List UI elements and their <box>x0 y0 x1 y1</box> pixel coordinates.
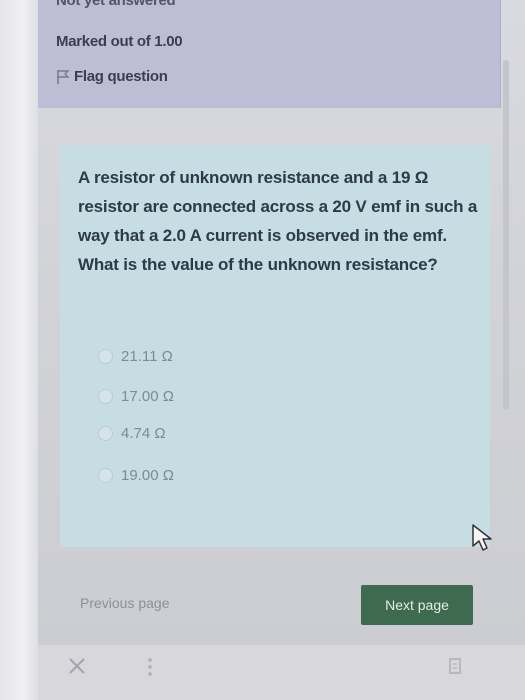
answer-option[interactable]: 21.11 Ω <box>98 348 173 365</box>
question-info-panel: Not yet answered Marked out of 1.00 Flag… <box>38 0 501 108</box>
answer-option[interactable]: 17.00 Ω <box>98 388 174 405</box>
answer-label: 19.00 Ω <box>121 467 174 484</box>
radio-button[interactable] <box>98 389 113 404</box>
scrollbar[interactable] <box>503 60 509 410</box>
question-panel: A resistor of unknown resistance and a 1… <box>60 145 490 547</box>
corner-icon <box>445 655 465 677</box>
answer-label: 4.74 Ω <box>121 425 166 442</box>
flag-question-link[interactable]: Flag question <box>56 68 168 85</box>
marked-out-of: Marked out of 1.00 <box>56 33 183 50</box>
answer-option[interactable]: 4.74 Ω <box>98 425 166 442</box>
answer-label: 17.00 Ω <box>121 388 174 405</box>
radio-button[interactable] <box>98 468 113 483</box>
quiz-page: Not yet answered Marked out of 1.00 Flag… <box>0 0 525 700</box>
answer-option[interactable]: 19.00 Ω <box>98 467 174 484</box>
question-text: A resistor of unknown resistance and a 1… <box>78 168 478 274</box>
close-icon[interactable] <box>66 655 88 677</box>
next-page-button[interactable]: Next page <box>361 585 473 625</box>
flag-question-label: Flag question <box>74 68 168 85</box>
mouse-cursor-icon <box>470 522 496 554</box>
radio-button[interactable] <box>98 426 113 441</box>
previous-page-button[interactable]: Previous page <box>80 590 200 616</box>
left-margin <box>0 0 38 700</box>
more-vertical-icon[interactable] <box>147 656 153 678</box>
answer-status: Not yet answered <box>56 0 176 9</box>
answer-label: 21.11 Ω <box>121 348 173 365</box>
flag-icon <box>56 69 70 85</box>
radio-button[interactable] <box>98 349 113 364</box>
